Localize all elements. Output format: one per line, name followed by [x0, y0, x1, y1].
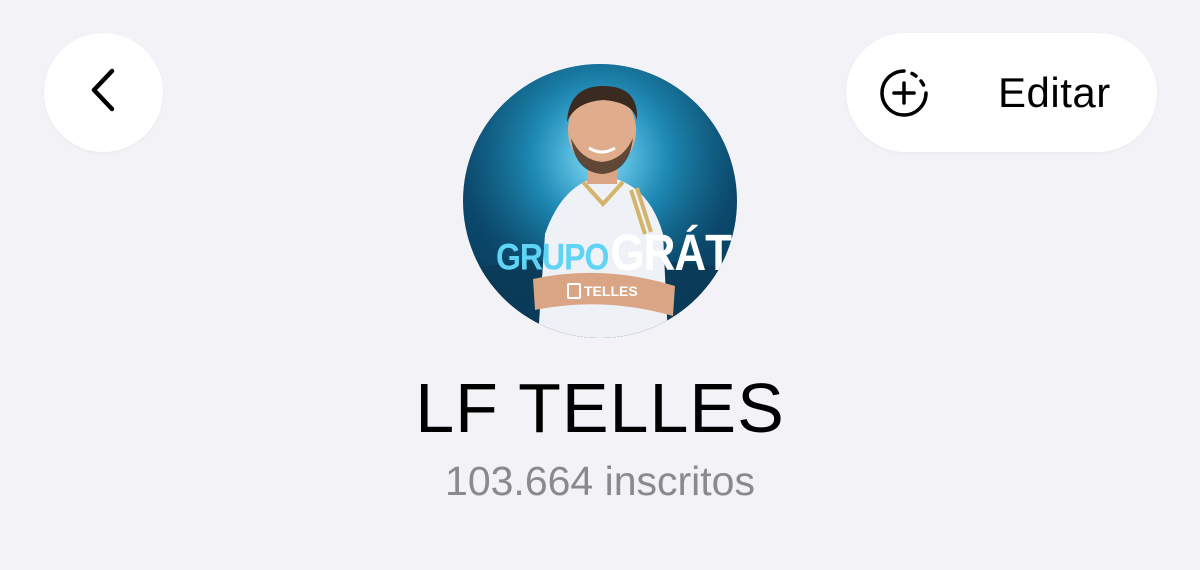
avatar-badge-grupo: GRUPO [496, 236, 609, 278]
telles-logo-icon [567, 283, 581, 299]
avatar[interactable]: GRUPO GRÁTIS TELLES [463, 64, 737, 338]
avatar-logo: TELLES [567, 283, 638, 299]
avatar-badge-gratis: GRÁTIS [610, 225, 737, 282]
channel-name: LF TELLES [415, 369, 785, 447]
edit-button[interactable]: Editar [846, 33, 1157, 152]
edit-label: Editar [998, 69, 1111, 116]
add-circle-dashed-icon [878, 67, 930, 119]
chevron-left-icon [84, 65, 124, 120]
avatar-logo-text: TELLES [584, 283, 638, 299]
back-button[interactable] [44, 33, 163, 152]
avatar-badge: GRUPO GRÁTIS [496, 225, 737, 281]
subscriber-count: 103.664 inscritos [445, 458, 755, 504]
